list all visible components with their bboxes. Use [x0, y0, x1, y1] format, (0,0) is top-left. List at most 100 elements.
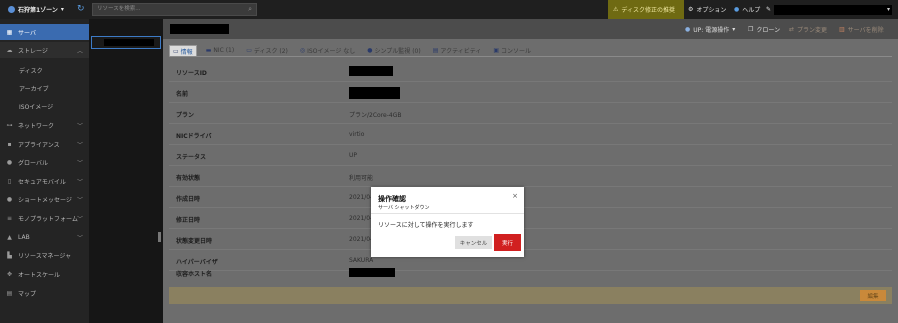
tab-info[interactable]: ▭ 情報: [169, 45, 197, 56]
account-menu[interactable]: ▾: [774, 5, 892, 15]
sidebar-item-label: LAB: [18, 233, 30, 241]
sidebar-item-lab[interactable]: ▲ LAB ﹀: [0, 229, 89, 245]
top-bar: 石狩第1ゾーン ▾ ↻ リソースを検索... ⌕ ⚠ ディスク修正の推奨 ⚙ オ…: [0, 0, 898, 19]
appliance-icon: ▪: [7, 140, 12, 148]
plan-change-label: プラン変更: [797, 26, 828, 34]
disk-icon: ▭: [246, 47, 252, 54]
sidebar-item-global[interactable]: ● グローバル ﹀: [0, 154, 89, 170]
chevron-down-icon: ﹀: [76, 159, 83, 167]
chevron-down-icon: ﹀: [76, 178, 83, 186]
redacted-name: [104, 39, 154, 46]
clone-button[interactable]: ❐ クローン: [748, 19, 780, 39]
lab-icon: ▲: [7, 233, 12, 241]
tab-console[interactable]: ▣ コンソール: [490, 45, 534, 56]
options-menu[interactable]: ⚙ オプション: [688, 0, 726, 19]
sidebar-item-disk[interactable]: ディスク: [0, 62, 89, 78]
row-label: 修正日時: [176, 217, 201, 224]
sidebar-item-storage[interactable]: ☁ ストレージ ︿: [0, 42, 89, 58]
resource-manager-icon: ▙: [7, 251, 12, 259]
search-input[interactable]: リソースを検索... ⌕: [92, 3, 257, 16]
sidebar-item-mono-platform[interactable]: ≡ モノプラットフォーム ﹀: [0, 210, 89, 226]
sidebar-item-autoscale[interactable]: ✥ オートスケール: [0, 266, 89, 282]
info-row-availability: 有効状態 利用可能: [169, 166, 892, 187]
redacted-value: [349, 87, 400, 99]
gear-icon: ⚙: [688, 6, 694, 13]
dialog-title: 操作確認: [378, 195, 406, 203]
sidebar-item-iso[interactable]: ISOイメージ: [0, 98, 89, 114]
sidebar-item-label: グローバル: [18, 159, 48, 167]
resource-list-item[interactable]: [91, 36, 161, 49]
tab-nic[interactable]: ▬ NIC (1): [203, 45, 238, 56]
main-header: ● UP: 電源操作 ▾ ❐ クローン ⇄ プラン変更 ▥ サーバを削除: [163, 19, 898, 39]
sidebar-item-label: オートスケール: [18, 271, 61, 279]
delete-server-button[interactable]: ▥ サーバを削除: [839, 19, 884, 39]
close-icon[interactable]: ×: [512, 192, 518, 200]
clone-label: クローン: [756, 26, 781, 34]
edit-icon[interactable]: ✎: [766, 0, 771, 19]
sidebar-item-resource-manager[interactable]: ▙ リソースマネージャ: [0, 247, 89, 263]
footer-bar: 編集: [169, 287, 892, 304]
cloud-icon: ☁: [6, 46, 13, 54]
tab-bar: ▭ 情報 ▬ NIC (1) ▭ ディスク (2) ◎ ISOイメージ なし ●…: [169, 43, 534, 56]
tab-monitoring[interactable]: ● シンプル監視 (0): [364, 45, 423, 56]
sidebar-item-appliance[interactable]: ▪ アプライアンス ﹀: [0, 136, 89, 152]
alert-label: ディスク修正の推奨: [621, 7, 675, 14]
monitor-icon: ●: [367, 47, 373, 54]
sidebar-item-server[interactable]: ▦ サーバ: [0, 24, 89, 40]
row-label: 状態変更日時: [176, 238, 213, 245]
info-row-status: ステータス UP: [169, 145, 892, 166]
iso-icon: ◎: [299, 47, 306, 54]
plan-change-button[interactable]: ⇄ プラン変更: [789, 19, 827, 39]
sidebar-item-archive[interactable]: アーカイブ: [0, 80, 89, 96]
info-row-host-name: 収容ホスト名: [169, 261, 892, 282]
map-icon: ▤: [6, 289, 13, 297]
edit-button[interactable]: 編集: [860, 290, 886, 301]
cancel-button[interactable]: キャンセル: [455, 236, 492, 249]
sidebar-item-label: アプライアンス: [18, 141, 60, 149]
pane-splitter-handle[interactable]: [158, 232, 161, 242]
tab-iso[interactable]: ◎ ISOイメージ なし: [297, 45, 358, 56]
sidebar-item-label: サーバ: [18, 29, 36, 37]
row-value: プラン/2Core-4GB: [349, 112, 402, 119]
sidebar-item-network[interactable]: ⊶ ネットワーク ﹀: [0, 117, 89, 133]
power-button[interactable]: ● UP: 電源操作 ▾: [685, 19, 735, 39]
alert-notice[interactable]: ⚠ ディスク修正の推奨: [608, 0, 684, 19]
row-label: 有効状態: [176, 175, 201, 182]
execute-button[interactable]: 実行: [494, 234, 521, 251]
clone-icon: ❐: [748, 25, 754, 33]
help-menu[interactable]: ● ヘルプ: [734, 0, 760, 19]
row-value: 利用可能: [349, 175, 374, 182]
search-icon: ⌕: [248, 5, 252, 13]
info-row-state-changed-at: 状態変更日時 2021/04: [169, 229, 892, 250]
resource-list: [89, 19, 163, 323]
info-row-modified-at: 修正日時 2021/04: [169, 208, 892, 229]
info-row-nic-driver: NICドライバ virtio: [169, 124, 892, 145]
sidebar-item-label: マップ: [18, 290, 37, 298]
redacted-value: [349, 268, 395, 277]
tab-label: ISOイメージ なし: [307, 48, 356, 55]
row-label: ステータス: [176, 154, 207, 161]
info-row-resource-id: リソースID: [169, 61, 892, 82]
server-title: [170, 24, 229, 34]
nic-icon: ▬: [205, 47, 212, 54]
power-label: UP: 電源操作: [693, 26, 730, 34]
power-icon: ●: [685, 25, 691, 33]
sidebar-item-label: ネットワーク: [18, 122, 55, 130]
row-value: virtio: [349, 131, 365, 138]
server-icon: ▦: [6, 28, 13, 36]
tab-label: NIC (1): [213, 47, 235, 54]
row-label: 作成日時: [176, 196, 201, 203]
tab-disk[interactable]: ▭ ディスク (2): [243, 45, 291, 56]
sidebar-item-map[interactable]: ▤ マップ: [0, 285, 89, 301]
tab-activity[interactable]: ▤ アクティビティ: [430, 45, 485, 56]
sidebar-item-label: ショートメッセージ: [18, 196, 72, 204]
sidebar-item-secure-mobile[interactable]: ▯ セキュアモバイル ﹀: [0, 173, 89, 189]
help-icon: ●: [734, 6, 740, 13]
reload-icon[interactable]: ↻: [77, 4, 85, 14]
help-label: ヘルプ: [742, 7, 761, 14]
tab-divider: [169, 56, 892, 57]
globe-icon: [8, 6, 15, 13]
zone-selector[interactable]: 石狩第1ゾーン ▾: [8, 4, 64, 15]
row-label: プラン: [176, 112, 195, 119]
sidebar-item-short-message[interactable]: ● ショートメッセージ ﹀: [0, 191, 89, 207]
